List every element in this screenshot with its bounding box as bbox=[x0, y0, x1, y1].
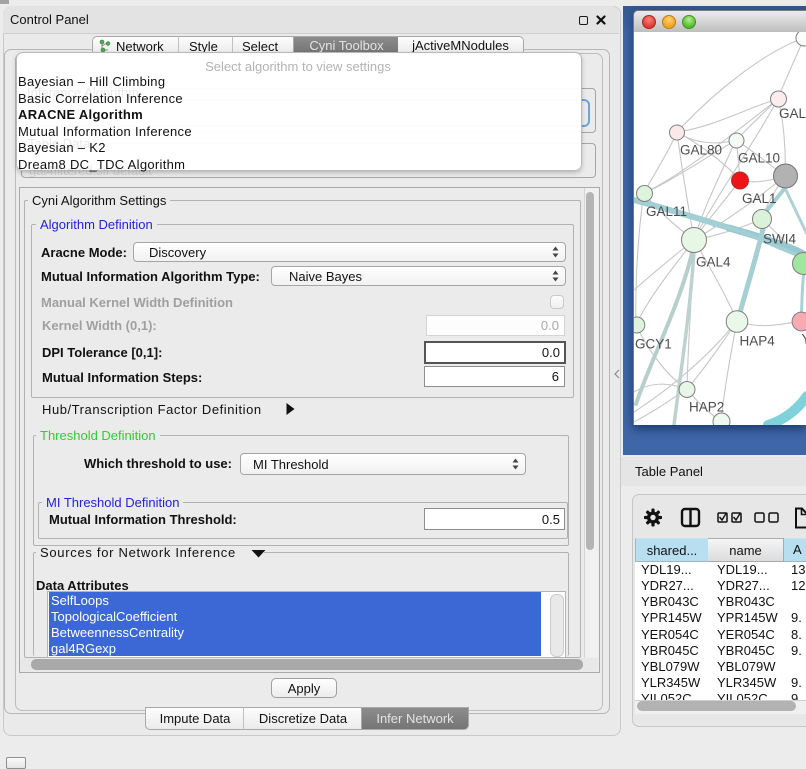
svg-text:GAL4: GAL4 bbox=[696, 255, 731, 270]
svg-text:GAL1: GAL1 bbox=[742, 191, 777, 206]
svg-text:GAL10: GAL10 bbox=[738, 151, 780, 166]
svg-text:SWI4: SWI4 bbox=[763, 232, 796, 247]
svg-text:Y: Y bbox=[802, 332, 806, 347]
svg-text:GAL80: GAL80 bbox=[680, 143, 722, 158]
svg-text:GAL7: GAL7 bbox=[779, 106, 806, 121]
svg-text:HAP4: HAP4 bbox=[740, 334, 776, 349]
svg-text:GAL11: GAL11 bbox=[646, 204, 687, 219]
svg-text:GCY1: GCY1 bbox=[635, 337, 672, 352]
svg-text:HAP2: HAP2 bbox=[689, 400, 724, 415]
